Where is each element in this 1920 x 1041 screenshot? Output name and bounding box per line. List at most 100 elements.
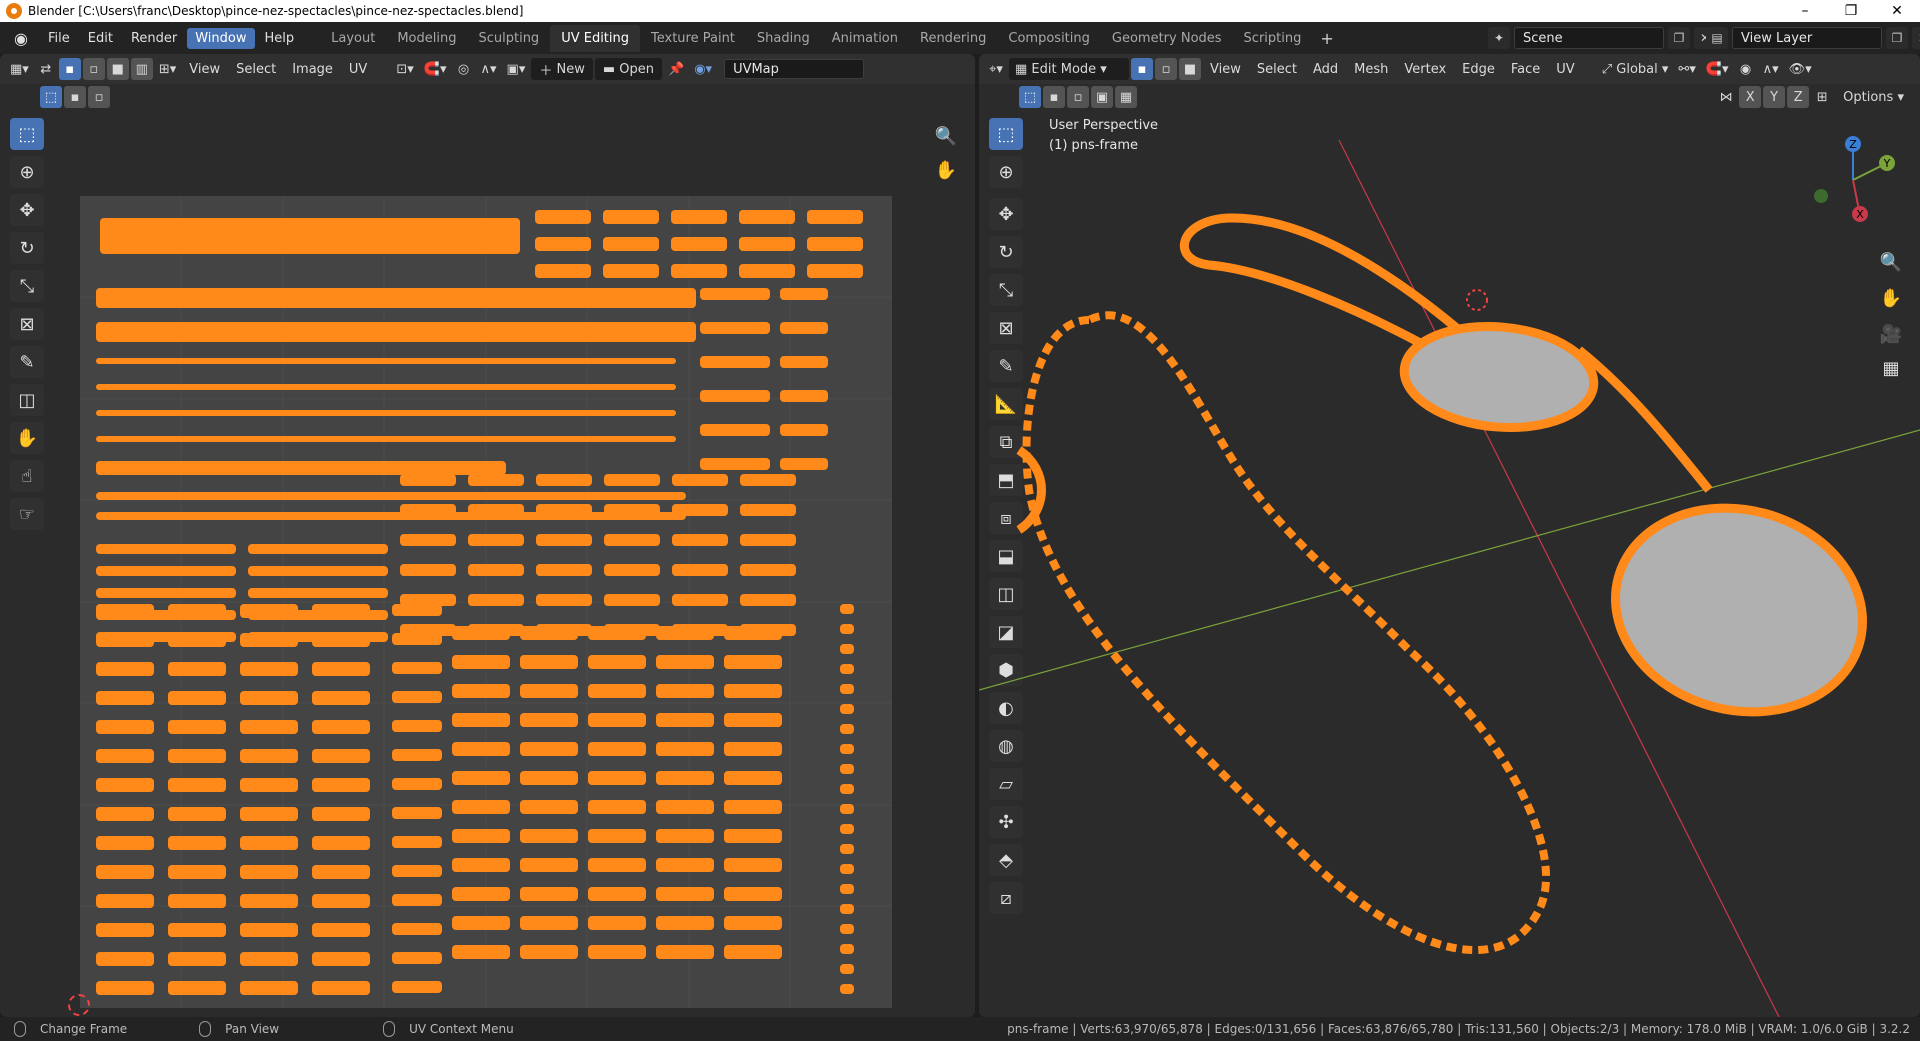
menu-render[interactable]: Render	[123, 28, 185, 49]
island-select-icon[interactable]: ▥	[130, 58, 153, 80]
2d-cursor-icon[interactable]	[68, 994, 90, 1016]
select-sub-icon[interactable]: ▫	[1067, 86, 1089, 108]
tab-sculpting[interactable]: Sculpting	[467, 25, 550, 52]
proportional-edit-icon[interactable]: ◎	[452, 58, 474, 80]
menu-file[interactable]: File	[40, 28, 78, 49]
uv-menu-image[interactable]: Image	[285, 62, 340, 77]
new-view-layer-icon[interactable]: ❐	[1886, 27, 1908, 49]
select-subtract-icon[interactable]: ▫	[88, 86, 110, 108]
select-int-icon[interactable]: ▦	[1115, 86, 1137, 108]
pivot-point-icon[interactable]: ⚯▾	[1674, 58, 1699, 80]
select-inv-icon[interactable]: ▣	[1091, 86, 1113, 108]
viewport-menu-mesh[interactable]: Mesh	[1347, 62, 1395, 77]
mirror-x-toggle[interactable]: X	[1739, 86, 1762, 108]
viewport-menu-select[interactable]: Select	[1250, 62, 1304, 77]
blender-menu-icon[interactable]: ◉	[10, 27, 32, 49]
pivot-icon[interactable]: ⊡▾	[392, 58, 417, 80]
tab-modeling[interactable]: Modeling	[386, 25, 467, 52]
menu-edit[interactable]: Edit	[80, 28, 121, 49]
move-tool-icon[interactable]: ✥	[10, 194, 44, 226]
falloff-3d-icon[interactable]: ∧▾	[1759, 58, 1783, 80]
minimize-button[interactable]: –	[1782, 0, 1828, 22]
grab-tool-icon[interactable]: ✋	[10, 422, 44, 454]
viewport-menu-view[interactable]: View	[1203, 62, 1248, 77]
tab-texture-paint[interactable]: Texture Paint	[640, 25, 746, 52]
face-select-icon[interactable]: ■	[106, 58, 129, 80]
vertex-select-icon[interactable]: ▪	[58, 58, 81, 80]
select-new-icon[interactable]: ⬚	[1019, 86, 1041, 108]
view-layer-icon[interactable]: ▤	[1706, 27, 1728, 49]
options-dropdown[interactable]: Options ▾	[1835, 86, 1912, 108]
viewport-menu-edge[interactable]: Edge	[1455, 62, 1502, 77]
scene-icon[interactable]: ✦	[1488, 27, 1510, 49]
3d-viewport[interactable]: ⌖▾ ▦ Edit Mode ▾ ▪ ▫ ■ View Select Add M…	[979, 54, 1920, 1017]
ortho-toggle-icon[interactable]: ▦	[1875, 352, 1907, 384]
uv-menu-uv[interactable]: UV	[342, 62, 374, 77]
viewport-scene[interactable]	[979, 110, 1920, 1017]
add-workspace-button[interactable]: +	[1312, 25, 1341, 52]
uv-editor[interactable]: ▦▾ ⇄ ▪ ▫ ■ ▥ ⊞▾ View Select Image UV ⊡▾ …	[0, 54, 975, 1017]
maximize-button[interactable]: ❐	[1828, 0, 1874, 22]
uv-grid-canvas[interactable]	[80, 196, 892, 1008]
image-browse-icon[interactable]: ▣▾	[503, 58, 530, 80]
viewport-menu-uv[interactable]: UV	[1549, 62, 1581, 77]
tab-geometry-nodes[interactable]: Geometry Nodes	[1101, 25, 1233, 52]
uvmap-field[interactable]: UVMap	[724, 59, 865, 79]
rotate-tool-icon[interactable]: ↻	[10, 232, 44, 264]
edge-select-icon[interactable]: ▫	[82, 58, 105, 80]
relax-tool-icon[interactable]: ☝	[10, 460, 44, 492]
3d-cursor-icon[interactable]	[1466, 289, 1488, 311]
edge-mode-icon[interactable]: ▫	[1155, 58, 1177, 80]
vp-pan-icon[interactable]: ✋	[1875, 282, 1907, 314]
delete-view-layer-icon[interactable]: ✕	[1912, 27, 1920, 49]
vp-zoom-icon[interactable]: 🔍	[1875, 246, 1907, 278]
annotate-tool-icon[interactable]: ✎	[10, 346, 44, 378]
select-tool-icon[interactable]: ⬚	[10, 118, 44, 150]
select-ext-icon[interactable]: ▪	[1043, 86, 1065, 108]
tab-shading[interactable]: Shading	[746, 25, 821, 52]
falloff-icon[interactable]: ∧▾	[476, 58, 500, 80]
scale-tool-icon[interactable]: ⤡	[10, 270, 44, 302]
camera-view-icon[interactable]: 🎥	[1875, 318, 1907, 350]
uv-menu-view[interactable]: View	[182, 62, 227, 77]
new-image-button[interactable]: ＋ New	[531, 58, 593, 80]
tab-animation[interactable]: Animation	[821, 25, 909, 52]
select-extend-icon[interactable]: ▪	[64, 86, 86, 108]
mirror-icon[interactable]: ⋈	[1715, 86, 1737, 108]
tab-scripting[interactable]: Scripting	[1233, 25, 1313, 52]
vertex-mode-icon[interactable]: ▪	[1131, 58, 1153, 80]
open-image-button[interactable]: ▬ Open	[594, 58, 662, 80]
sync-selection-icon[interactable]: ⇄	[35, 58, 57, 80]
scene-selector[interactable]: Scene	[1514, 27, 1664, 49]
tab-uv-editing[interactable]: UV Editing	[550, 24, 641, 52]
editor-type-icon[interactable]: ▦▾	[6, 58, 33, 80]
display-channels-icon[interactable]: ◉▾	[690, 58, 716, 80]
pinch-tool-icon[interactable]: ☞	[10, 498, 44, 530]
new-scene-icon[interactable]: ❐	[1668, 27, 1690, 49]
rip-tool-icon[interactable]: ◫	[10, 384, 44, 416]
zoom-icon[interactable]: 🔍	[930, 120, 962, 152]
navigation-gizmo[interactable]: Z Y X	[1799, 126, 1909, 236]
transform-tool-icon[interactable]: ⊠	[10, 308, 44, 340]
viewport-menu-vertex[interactable]: Vertex	[1397, 62, 1453, 77]
cursor-tool-icon[interactable]: ⊕	[10, 156, 44, 188]
tab-layout[interactable]: Layout	[320, 25, 386, 52]
editor-type-3d-icon[interactable]: ⌖▾	[985, 58, 1007, 80]
proportional-icon[interactable]: ◉	[1735, 58, 1757, 80]
mirror-y-toggle[interactable]: Y	[1763, 86, 1786, 108]
viewport-menu-add[interactable]: Add	[1306, 62, 1345, 77]
viewport-menu-face[interactable]: Face	[1504, 62, 1547, 77]
close-button[interactable]: ✕	[1874, 0, 1920, 22]
pan-icon[interactable]: ✋	[930, 154, 962, 186]
visibility-icon[interactable]: 👁▾	[1785, 58, 1816, 80]
snap-icon[interactable]: 🧲▾	[420, 58, 451, 80]
tab-rendering[interactable]: Rendering	[909, 25, 997, 52]
pin-icon[interactable]: 📌	[664, 58, 688, 80]
mode-selector[interactable]: ▦ Edit Mode ▾	[1009, 58, 1129, 80]
view-layer-selector[interactable]: View Layer	[1732, 27, 1882, 49]
menu-window[interactable]: Window	[187, 27, 255, 49]
menu-help[interactable]: Help	[257, 28, 303, 49]
uv-menu-select[interactable]: Select	[229, 62, 283, 77]
snapping-icon[interactable]: 🧲▾	[1702, 58, 1733, 80]
select-box-icon[interactable]: ⬚	[40, 86, 62, 108]
